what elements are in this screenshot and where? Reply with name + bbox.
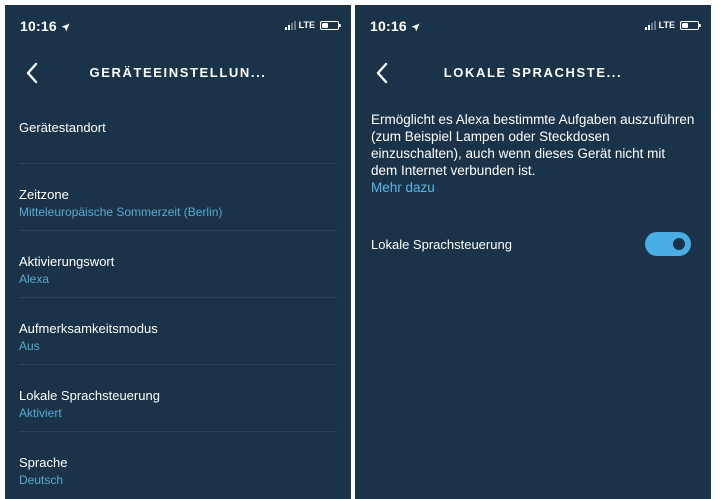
nav-bar: LOKALE SPRACHSTE... — [355, 55, 711, 91]
learn-more-link[interactable]: Mehr dazu — [371, 179, 695, 196]
page-title: GERÄTEEINSTELLUN... — [89, 65, 267, 80]
signal-strength-icon — [644, 20, 656, 30]
setting-local-voice-control[interactable]: Lokale Sprachsteuerung Aktiviert — [19, 365, 337, 432]
status-indicators: LTE — [644, 20, 701, 30]
setting-value: Aus — [19, 339, 40, 353]
network-type: LTE — [298, 20, 315, 30]
setting-value: Aktiviert — [19, 406, 62, 420]
description-text: Ermöglicht es Alexa bestimmte Aufgaben a… — [371, 112, 695, 178]
setting-label: Gerätestandort — [19, 120, 106, 135]
status-time: 10:16 — [20, 18, 70, 34]
battery-icon — [320, 20, 341, 30]
location-arrow-icon — [411, 23, 420, 32]
setting-timezone[interactable]: Zeitzone Mitteleuropäische Sommerzeit (B… — [19, 164, 337, 231]
status-bar: 10:16 LTE — [5, 5, 351, 39]
location-arrow-icon — [61, 23, 70, 32]
setting-device-location[interactable]: Gerätestandort — [19, 97, 337, 164]
status-indicators: LTE — [284, 20, 341, 30]
signal-strength-icon — [284, 20, 296, 30]
local-voice-control-row: Lokale Sprachsteuerung — [371, 232, 691, 256]
setting-label: Sprache — [19, 455, 68, 470]
setting-label: Aktivierungswort — [19, 254, 115, 269]
settings-list: Gerätestandort Zeitzone Mitteleuropäisch… — [19, 97, 337, 499]
setting-value: Mitteleuropäische Sommerzeit (Berlin) — [19, 205, 223, 219]
toggle-label: Lokale Sprachsteuerung — [371, 237, 512, 252]
setting-value: Alexa — [19, 272, 50, 286]
setting-language[interactable]: Sprache Deutsch — [19, 432, 337, 499]
setting-label: Aufmerksamkeitsmodus — [19, 321, 158, 336]
local-voice-control-screen: 10:16 LTE LOKALE SPRACHSTE... Ermöglicht… — [355, 5, 711, 499]
network-type: LTE — [658, 20, 675, 30]
device-settings-screen: 10:16 LTE GERÄTEEINSTELLUN... Gerätestan… — [5, 5, 351, 499]
battery-icon — [680, 20, 701, 30]
status-time: 10:16 — [370, 18, 420, 34]
page-title: LOKALE SPRACHSTE... — [443, 65, 623, 80]
setting-label: Lokale Sprachsteuerung — [19, 388, 160, 403]
setting-value: Deutsch — [19, 473, 64, 487]
setting-label: Zeitzone — [19, 187, 69, 202]
toggle-knob — [673, 238, 685, 250]
setting-wake-word[interactable]: Aktivierungswort Alexa — [19, 231, 337, 298]
setting-attention-mode[interactable]: Aufmerksamkeitsmodus Aus — [19, 298, 337, 365]
local-voice-control-toggle[interactable] — [645, 232, 691, 256]
feature-description: Ermöglicht es Alexa bestimmte Aufgaben a… — [371, 111, 695, 196]
status-bar: 10:16 LTE — [355, 5, 711, 39]
nav-bar: GERÄTEEINSTELLUN... — [5, 55, 351, 91]
